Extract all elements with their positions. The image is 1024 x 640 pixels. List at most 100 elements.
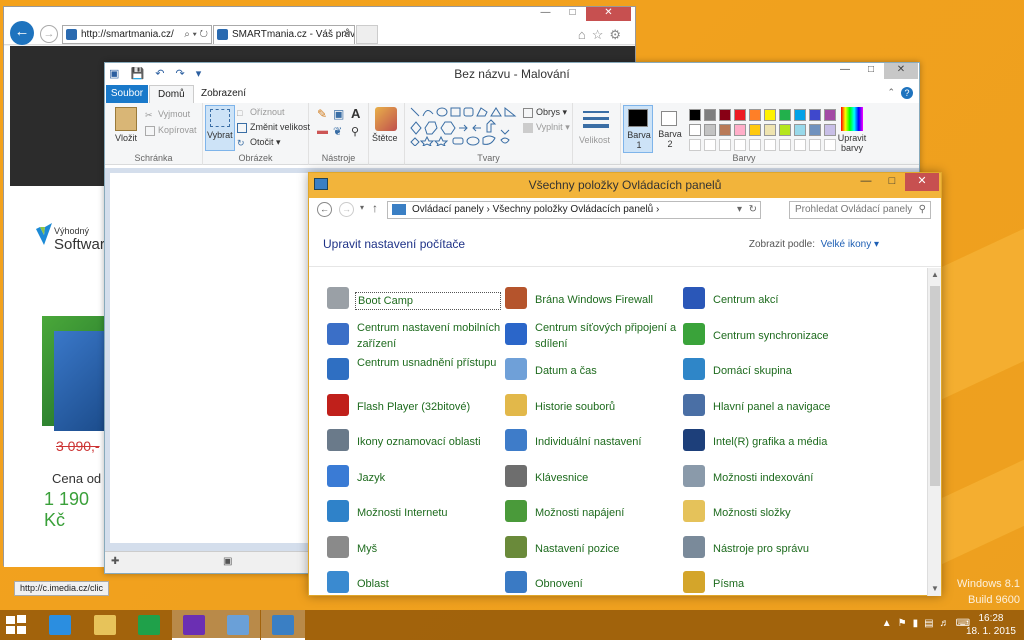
palette-swatch[interactable]: [764, 124, 776, 136]
quick-access-toolbar[interactable]: ▣ 💾 ↶ ↷ ▾: [109, 63, 205, 85]
vertical-scrollbar[interactable]: ▲ ▼: [927, 268, 941, 596]
maximize-button[interactable]: □: [858, 63, 884, 79]
control-panel-item[interactable]: Hlavní panel a navigace: [683, 391, 859, 425]
clock[interactable]: 16:28 18. 1. 2015: [966, 612, 1016, 638]
empty-custom-swatch[interactable]: [824, 139, 836, 151]
control-panel-item[interactable]: Nastavení pozice: [505, 533, 681, 567]
palette-swatch[interactable]: [809, 109, 821, 121]
control-panel-item[interactable]: Flash Player (32bitové): [327, 391, 503, 425]
empty-custom-swatch[interactable]: [734, 139, 746, 151]
control-panel-item[interactable]: Centrum akcí: [683, 284, 859, 318]
minimize-button[interactable]: —: [832, 63, 858, 79]
fill-button[interactable]: Vyplnit ▾: [523, 122, 570, 133]
network-signal-icon[interactable]: ▤: [924, 618, 939, 629]
palette-swatch[interactable]: [719, 109, 731, 121]
empty-custom-swatch[interactable]: [794, 139, 806, 151]
outline-button[interactable]: Obrys ▾: [523, 107, 567, 118]
control-panel-item[interactable]: Intel(R) grafika a média: [683, 426, 859, 460]
tab-home[interactable]: Domů: [149, 85, 194, 103]
taskbar-app-control-panel[interactable]: [260, 610, 305, 640]
control-panel-item[interactable]: Ikony oznamovací oblasti: [327, 426, 503, 460]
empty-custom-swatch[interactable]: [779, 139, 791, 151]
palette-swatch[interactable]: [704, 109, 716, 121]
eraser-icon[interactable]: ▬: [317, 125, 328, 137]
taskbar-app-store[interactable]: [127, 610, 171, 640]
taskbar-app-settings[interactable]: [171, 610, 216, 640]
control-panel-item[interactable]: Individuální nastavení: [505, 426, 681, 460]
new-tab-button[interactable]: [356, 25, 378, 44]
start-button[interactable]: [6, 615, 28, 635]
forward-button[interactable]: →: [40, 25, 58, 43]
tab-file[interactable]: Soubor: [106, 85, 148, 103]
ie-toolbar-icons[interactable]: ⌂☆⚙: [578, 27, 627, 43]
fill-bucket-icon[interactable]: ▣: [333, 107, 344, 121]
control-panel-item[interactable]: Nástroje pro správu: [683, 533, 859, 567]
battery-icon[interactable]: ▮: [913, 618, 925, 629]
control-panel-item[interactable]: Brána Windows Firewall: [505, 284, 681, 318]
palette-swatch[interactable]: [779, 109, 791, 121]
control-panel-item[interactable]: Centrum síťových připojení a sdílení: [505, 320, 681, 354]
recent-pages-icon[interactable]: ▾: [360, 203, 364, 212]
color-picker-icon[interactable]: ❦: [333, 125, 342, 138]
control-panel-item[interactable]: Datum a čas: [505, 355, 681, 389]
shapes-gallery[interactable]: [409, 106, 521, 146]
control-panel-item[interactable]: Možnosti napájení: [505, 497, 681, 531]
scrollbar-thumb[interactable]: [930, 286, 940, 486]
palette-swatch[interactable]: [719, 124, 731, 136]
refresh-icon[interactable]: ↻: [749, 202, 757, 218]
taskbar-app-internet-explorer[interactable]: [38, 610, 82, 640]
palette-swatch[interactable]: [749, 109, 761, 121]
palette-swatch[interactable]: [809, 124, 821, 136]
tab-close-icon[interactable]: ✕: [343, 26, 351, 43]
close-button[interactable]: ✕: [586, 7, 631, 21]
size-button[interactable]: Velikost: [579, 135, 610, 145]
color1-button[interactable]: Barva 1: [623, 105, 653, 153]
maximize-button[interactable]: □: [559, 7, 586, 21]
control-panel-item[interactable]: Oblast: [327, 568, 503, 596]
close-button[interactable]: ✕: [884, 63, 918, 79]
empty-custom-swatch[interactable]: [704, 139, 716, 151]
pencil-icon[interactable]: ✎: [317, 107, 327, 121]
crop-button[interactable]: □ Oříznout: [237, 107, 285, 118]
home-icon[interactable]: ⌂: [578, 27, 592, 42]
resize-button[interactable]: Změnit velikost: [237, 122, 310, 133]
taskbar-app-paint[interactable]: [216, 610, 260, 640]
empty-custom-swatch[interactable]: [689, 139, 701, 151]
control-panel-item[interactable]: Domácí skupina: [683, 355, 859, 389]
palette-swatch[interactable]: [824, 109, 836, 121]
rotate-button[interactable]: ↻ Otočit ▾: [237, 137, 281, 148]
control-panel-item[interactable]: Možnosti Internetu: [327, 497, 503, 531]
up-arrow-icon[interactable]: ↑: [372, 201, 378, 215]
control-panel-item[interactable]: Možnosti složky: [683, 497, 859, 531]
minimize-button[interactable]: —: [532, 7, 559, 21]
system-tray[interactable]: ▲⚑▮▤♬⌨: [882, 618, 976, 629]
chevron-down-icon[interactable]: ▾: [737, 202, 742, 218]
palette-swatch[interactable]: [734, 124, 746, 136]
copy-button[interactable]: Kopírovat: [145, 125, 197, 136]
control-panel-window[interactable]: Všechny položky Ovládacích panelů — □ ✕ …: [308, 172, 942, 596]
palette-swatch[interactable]: [734, 109, 746, 121]
address-tools[interactable]: ⌕ ▾ ↻: [184, 26, 208, 43]
text-tool-icon[interactable]: A: [351, 106, 360, 121]
control-panel-item[interactable]: Písma: [683, 568, 859, 596]
select-button[interactable]: Vybrat: [205, 105, 235, 151]
ribbon-collapse-icon[interactable]: ⌃: [887, 87, 895, 98]
control-panel-item[interactable]: Myš: [327, 533, 503, 567]
paste-button[interactable]: Vložit: [115, 133, 137, 143]
control-panel-item[interactable]: Boot Camp: [327, 284, 503, 318]
palette-swatch[interactable]: [794, 109, 806, 121]
empty-custom-swatch[interactable]: [749, 139, 761, 151]
flag-icon[interactable]: ⚑: [898, 618, 913, 629]
control-panel-item[interactable]: Možnosti indexování: [683, 462, 859, 496]
browser-tab[interactable]: SMARTmania.cz - Váš prův... ✕: [213, 25, 355, 44]
scroll-down-icon[interactable]: ▼: [928, 582, 942, 596]
edit-colors-button[interactable]: Upravit barvy: [837, 133, 867, 153]
scroll-up-icon[interactable]: ▲: [928, 268, 942, 282]
control-panel-item[interactable]: Jazyk: [327, 462, 503, 496]
maximize-button[interactable]: □: [879, 173, 905, 191]
cut-button[interactable]: ✂ Vyjmout: [145, 109, 190, 120]
control-panel-item[interactable]: Obnovení: [505, 568, 681, 596]
palette-swatch[interactable]: [779, 124, 791, 136]
forward-button[interactable]: →: [339, 202, 354, 217]
help-icon[interactable]: ?: [901, 87, 913, 99]
